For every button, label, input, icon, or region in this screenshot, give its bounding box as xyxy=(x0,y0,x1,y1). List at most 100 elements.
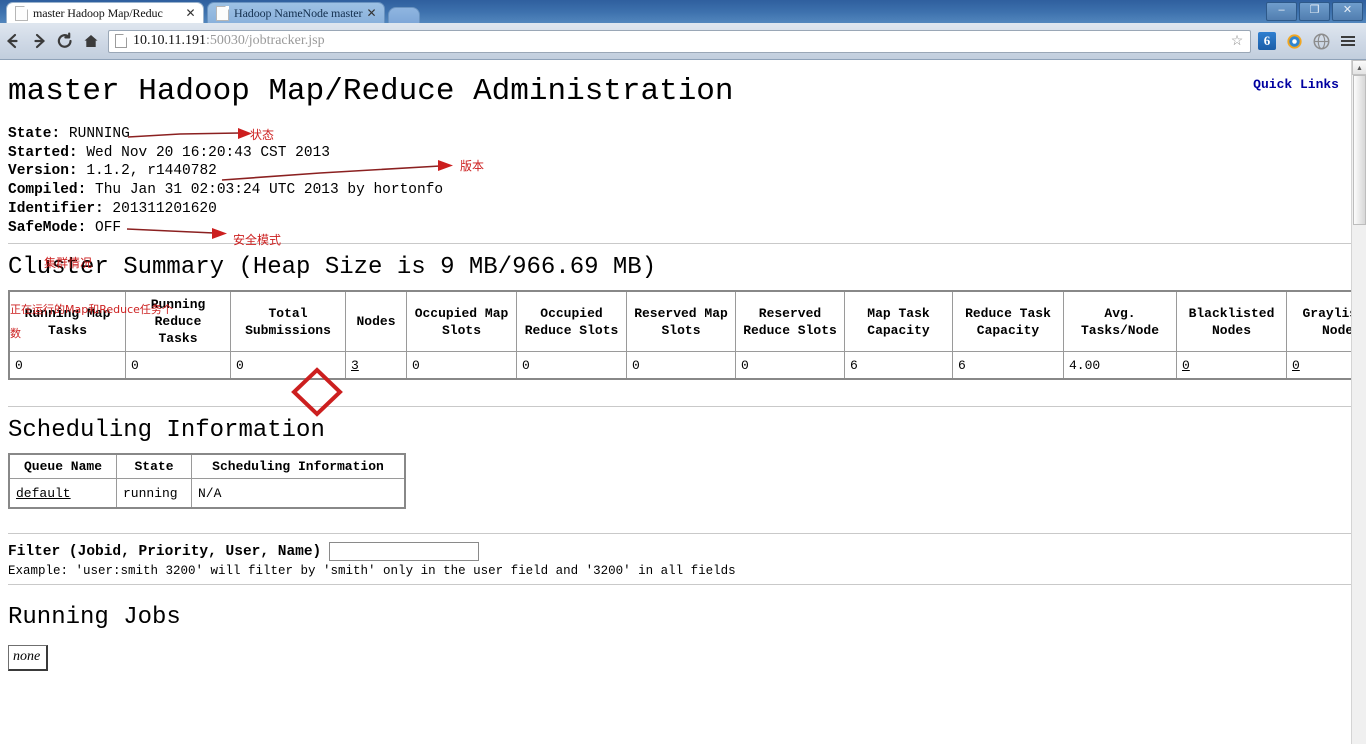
tab-strip: master Hadoop Map/Reduc ✕ Hadoop NameNod… xyxy=(6,1,420,23)
table-cell: 0 xyxy=(230,351,346,380)
status-identifier-value: 201311201620 xyxy=(112,200,217,217)
status-compiled-row: Compiled: Thu Jan 31 02:03:24 UTC 2013 b… xyxy=(8,181,1356,200)
tab-title: master Hadoop Map/Reduc xyxy=(33,5,163,20)
status-identifier-label: Identifier: xyxy=(8,200,104,217)
quick-links-link[interactable]: Quick Links xyxy=(1253,77,1339,92)
cluster-summary-heading: Cluster Summary (Heap Size is 9 MB/966.6… xyxy=(8,254,657,282)
table-cell: 6 xyxy=(844,351,953,380)
tab-title: Hadoop NameNode master xyxy=(234,5,363,20)
status-state-value: RUNNING xyxy=(68,126,130,142)
url-host: 10.10.11.191 xyxy=(133,33,206,48)
extension-icons: 6 xyxy=(1257,31,1358,51)
table-cell: 0 xyxy=(626,351,736,380)
queue-info-cell: N/A xyxy=(191,478,406,509)
scrollbar-thumb[interactable] xyxy=(1353,75,1366,225)
browser-chrome: master Hadoop Map/Reduc ✕ Hadoop NameNod… xyxy=(0,0,1366,60)
divider xyxy=(8,533,1356,536)
status-started-label: Started: xyxy=(8,144,78,161)
status-started-value: Wed Nov 20 16:20:43 CST 2013 xyxy=(86,144,330,161)
running-jobs-heading: Running Jobs xyxy=(8,604,181,632)
queue-name-cell[interactable]: default xyxy=(8,478,117,509)
table-header-row: Running Map Tasks Running Reduce Tasks Tot… xyxy=(8,290,1366,353)
maximize-button[interactable]: ❐ xyxy=(1299,2,1330,21)
table-row: 00030000664.00000 xyxy=(8,351,1366,380)
browser-tab-jobtracker[interactable]: master Hadoop Map/Reduc ✕ xyxy=(6,2,204,23)
status-compiled-label: Compiled: xyxy=(8,182,87,199)
column-header: Map Task Capacity xyxy=(844,290,953,353)
status-version-value: 1.1.2, r1440782 xyxy=(86,163,217,180)
badge-6-icon[interactable]: 6 xyxy=(1257,31,1277,51)
column-header: Reserved Map Slots xyxy=(626,290,736,353)
status-version-row: Version: 1.1.2, r1440782 xyxy=(8,162,1356,181)
status-safemode-row: SafeMode: OFF xyxy=(8,219,1356,238)
jobtracker-status-block: State: RUNNING Started: Wed Nov 20 16:20… xyxy=(8,125,1356,237)
status-safemode-label: SafeMode: xyxy=(8,219,87,236)
cell-link[interactable]: 0 xyxy=(1292,358,1300,373)
column-header: Running Map Tasks xyxy=(8,290,126,353)
page-favicon-icon xyxy=(15,5,28,21)
status-started-row: Started: Wed Nov 20 16:20:43 CST 2013 xyxy=(8,144,1356,163)
column-header: State xyxy=(116,453,192,480)
close-window-button[interactable]: ✕ xyxy=(1332,2,1363,21)
close-icon[interactable]: ✕ xyxy=(184,6,197,20)
divider xyxy=(8,584,1356,587)
page-title: master Hadoop Map/Reduce Administration xyxy=(8,74,734,109)
browser-titlebar: master Hadoop Map/Reduc ✕ Hadoop NameNod… xyxy=(0,0,1366,23)
window-controls: – ❐ ✕ xyxy=(1266,2,1363,21)
column-header: Reduce Task Capacity xyxy=(952,290,1064,353)
scheduling-information-table: Queue Name State Scheduling Information de… xyxy=(8,453,406,510)
running-jobs-empty-label: none xyxy=(8,645,49,672)
cell-link[interactable]: 0 xyxy=(1182,358,1190,373)
column-header: Nodes xyxy=(345,290,407,353)
filter-input[interactable] xyxy=(329,542,480,562)
menu-icon[interactable] xyxy=(1338,31,1358,51)
table-cell: 0 xyxy=(8,351,126,380)
close-icon[interactable]: ✕ xyxy=(365,6,378,20)
url-path: :50030/jobtracker.jsp xyxy=(205,33,325,48)
status-identifier-row: Identifier: 201311201620 xyxy=(8,200,1356,219)
status-compiled-value: Thu Jan 31 02:03:24 UTC 2013 by hortonfo xyxy=(95,182,444,199)
gear-icon[interactable] xyxy=(1284,31,1304,51)
forward-icon[interactable] xyxy=(26,28,52,54)
status-state-label: State: xyxy=(8,126,61,142)
status-safemode-value: OFF xyxy=(95,219,122,236)
address-bar[interactable]: 10.10.11.191:50030/jobtracker.jsp ☆ xyxy=(108,29,1251,53)
back-icon[interactable] xyxy=(0,28,26,54)
page-favicon-icon xyxy=(216,5,229,21)
column-header: Occupied Map Slots xyxy=(406,290,517,353)
filter-label: Filter (Jobid, Priority, User, Name) xyxy=(8,543,322,560)
table-cell: 0 xyxy=(125,351,231,380)
table-cell: 0 xyxy=(735,351,845,380)
cluster-summary-table: Running Map Tasks Running Reduce Tasks Tot… xyxy=(8,290,1366,381)
status-version-label: Version: xyxy=(8,163,78,180)
page-scrollbar[interactable]: ▲ xyxy=(1351,60,1366,744)
cell-link[interactable]: 3 xyxy=(351,358,359,373)
queue-link[interactable]: default xyxy=(16,486,71,501)
new-tab-button[interactable] xyxy=(388,7,420,23)
browser-tab-namenode[interactable]: Hadoop NameNode master ✕ xyxy=(207,2,385,23)
column-header: Total Submissions xyxy=(230,290,346,353)
filter-example-text: Example: 'user:smith 3200' will filter b… xyxy=(8,564,736,579)
table-cell[interactable]: 0 xyxy=(1176,351,1287,380)
divider xyxy=(8,243,1356,246)
browser-toolbar: 10.10.11.191:50030/jobtracker.jsp ☆ 6 xyxy=(0,23,1366,60)
minimize-button[interactable]: – xyxy=(1266,2,1297,21)
column-header: Avg. Tasks/Node xyxy=(1063,290,1177,353)
filter-row: Filter (Jobid, Priority, User, Name) xyxy=(8,542,1356,562)
column-header: Queue Name xyxy=(8,453,117,480)
home-icon[interactable] xyxy=(78,28,104,54)
table-cell: 6 xyxy=(952,351,1064,380)
divider xyxy=(8,406,1356,409)
page-favicon-icon xyxy=(115,34,127,48)
table-header-row: Queue Name State Scheduling Information xyxy=(8,453,406,480)
globe-icon[interactable] xyxy=(1311,31,1331,51)
column-header: Reserved Reduce Slots xyxy=(735,290,845,353)
bookmark-star-icon[interactable]: ☆ xyxy=(1228,33,1246,51)
reload-icon[interactable] xyxy=(52,28,78,54)
column-header: Scheduling Information xyxy=(191,453,406,480)
table-cell: 4.00 xyxy=(1063,351,1177,380)
table-cell[interactable]: 3 xyxy=(345,351,407,380)
scroll-up-icon[interactable]: ▲ xyxy=(1352,60,1366,75)
page-viewport: Quick Links master Hadoop Map/Reduce Adm… xyxy=(0,60,1366,744)
running-jobs-empty-wrap: none xyxy=(8,645,1356,672)
